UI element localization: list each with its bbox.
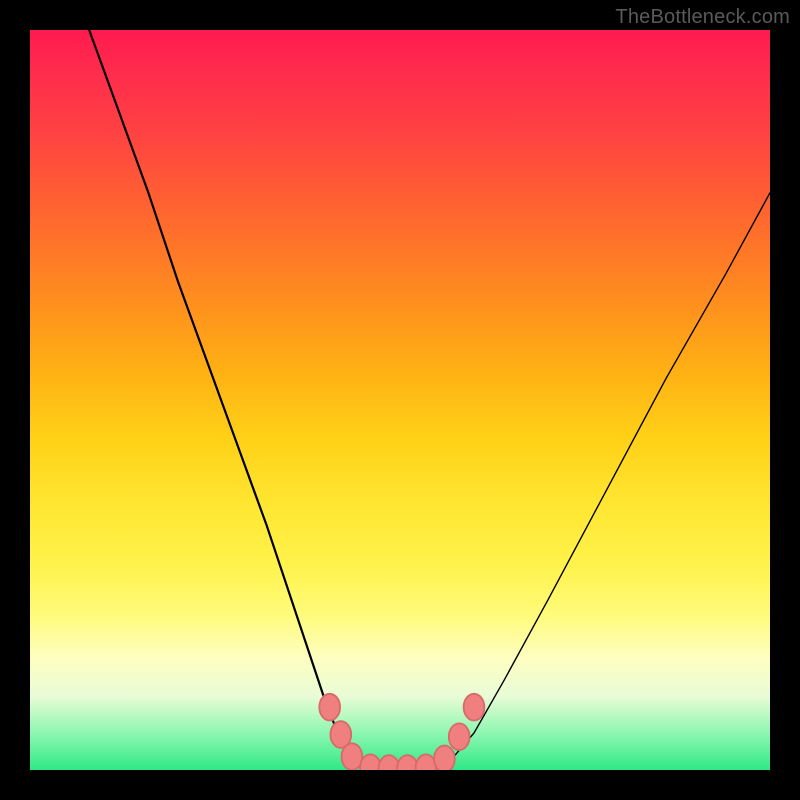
curve-marker (319, 694, 340, 721)
curve-marker (342, 743, 363, 770)
left-branch-path (89, 30, 363, 770)
curve-marker (416, 754, 437, 770)
curve-marker (464, 694, 485, 721)
curve-layer (30, 30, 770, 770)
chart-stage: TheBottleneck.com (0, 0, 800, 800)
curve-marker (434, 746, 455, 770)
curve-marker (449, 723, 470, 750)
marker-group (319, 694, 484, 770)
plot-area (30, 30, 770, 770)
watermark-text: TheBottleneck.com (615, 6, 790, 29)
right-branch-path (437, 193, 770, 770)
